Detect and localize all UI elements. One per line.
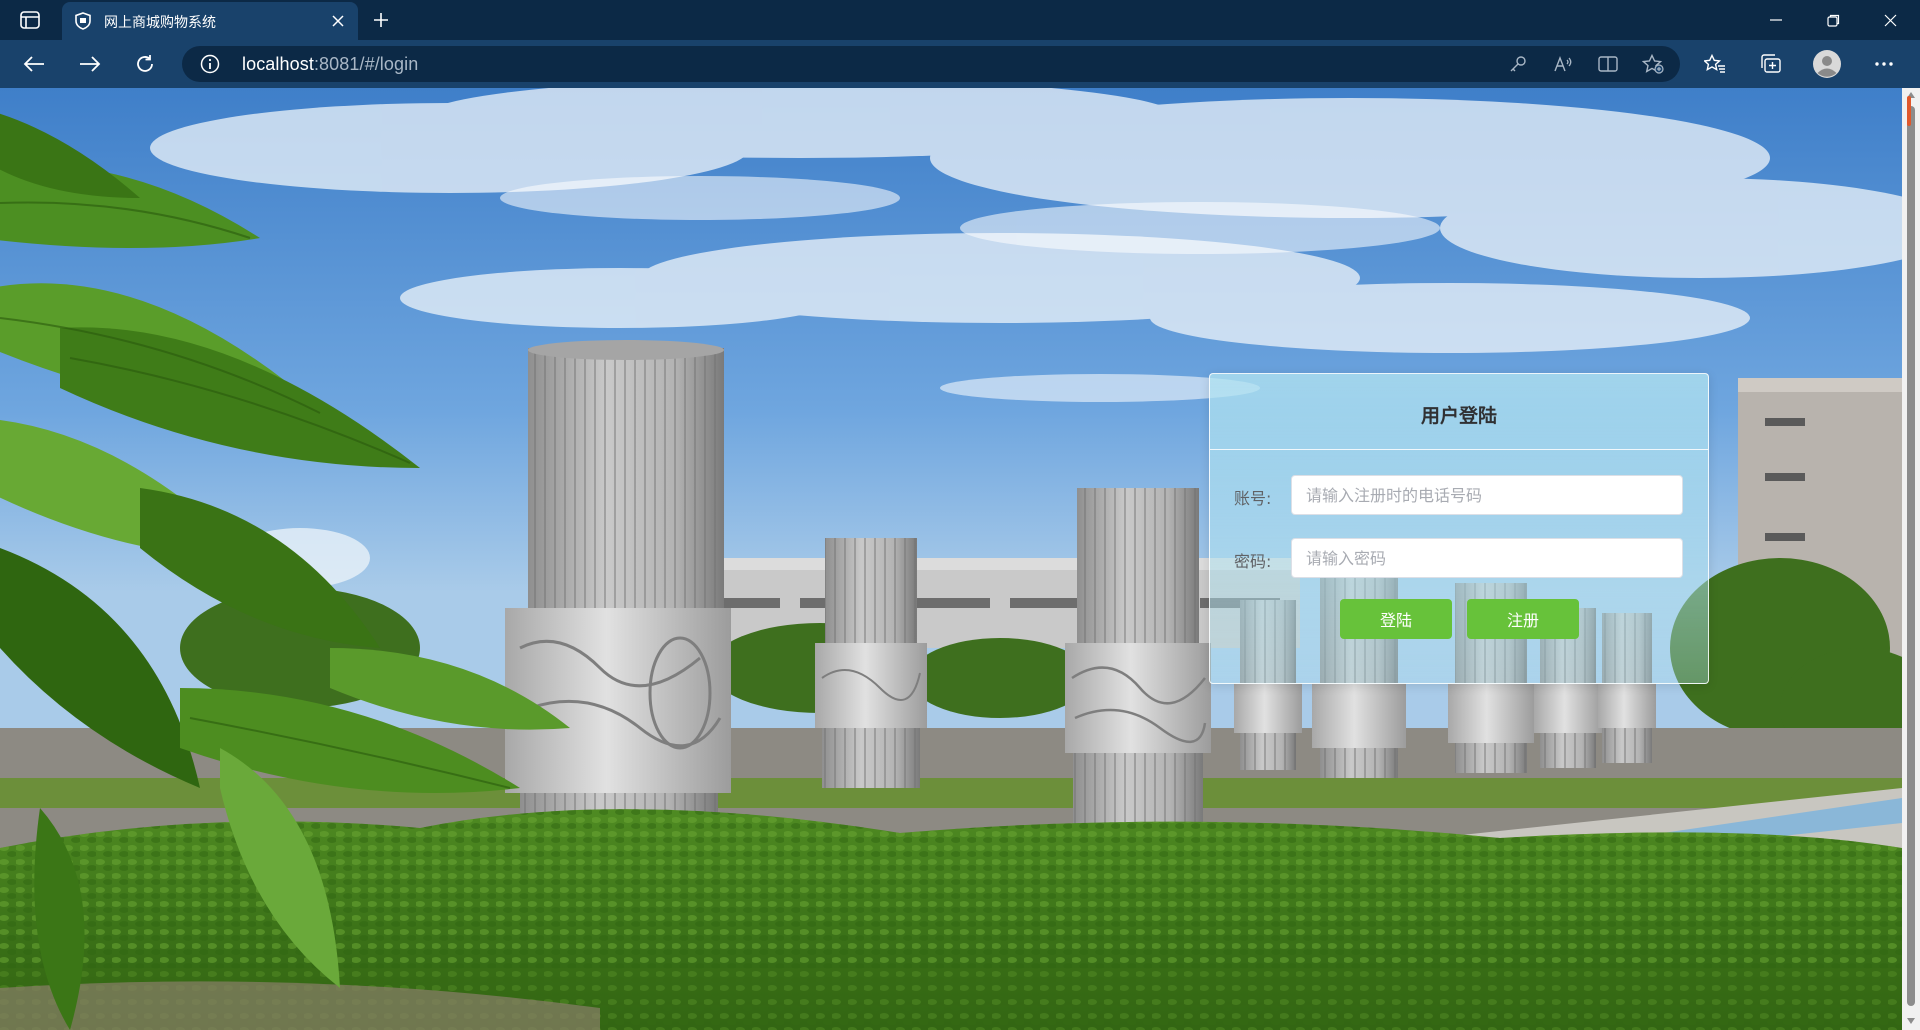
active-tab[interactable]: 网上商城购物系统 [62,2,358,40]
url-host: localhost [242,54,314,74]
more-options-icon[interactable] [1868,50,1900,78]
forward-arrow-icon[interactable] [74,50,106,78]
account-label: 账号: [1234,489,1272,508]
register-button[interactable]: 注册 [1467,599,1579,639]
tab-actions-icon[interactable] [16,8,44,32]
close-window-icon[interactable] [1862,0,1918,40]
shield-icon [74,12,92,30]
scroll-down-icon[interactable] [1906,1016,1916,1026]
password-label: 密码: [1234,552,1272,571]
button-row: 登陆 注册 [1210,599,1708,639]
password-input[interactable] [1291,538,1683,578]
navigation-bar: localhost:8081/#/login [0,40,1920,88]
tab-bar: 网上商城购物系统 [0,0,1920,40]
password-row: 密码: [1210,538,1708,578]
close-tab-icon[interactable] [328,11,348,31]
restore-icon[interactable] [1805,0,1861,40]
vertical-scrollbar[interactable] [1902,88,1920,1030]
minimize-icon[interactable] [1748,0,1804,40]
login-card: 用户登陆 账号: 密码: 登陆 注册 [1209,373,1709,684]
tab-title: 网上商城购物系统 [104,15,216,31]
new-tab-icon[interactable] [368,8,394,32]
read-aloud-icon[interactable] [1551,53,1575,75]
site-info-icon[interactable] [200,54,220,74]
card-header: 用户登陆 [1210,374,1708,450]
scroll-thumb[interactable] [1907,106,1915,1006]
key-icon[interactable] [1506,53,1530,75]
login-button[interactable]: 登陆 [1340,599,1452,639]
account-row: 账号: [1210,475,1708,515]
login-title: 用户登陆 [1420,405,1497,427]
url-path: :8081/#/login [313,54,419,74]
address-bar[interactable]: localhost:8081/#/login [182,46,1680,82]
page-viewport: 用户登陆 账号: 密码: 登陆 注册 [0,88,1902,1030]
collections-icon[interactable] [1755,50,1787,78]
url-text[interactable]: localhost:8081/#/login [242,54,418,75]
split-screen-icon[interactable] [1596,53,1620,75]
profile-avatar-icon[interactable] [1811,50,1843,78]
favorites-icon[interactable] [1699,50,1731,78]
scroll-position-marker [1907,96,1911,126]
add-favorite-icon[interactable] [1641,53,1665,75]
account-input[interactable] [1291,475,1683,515]
back-arrow-icon[interactable] [18,50,50,78]
refresh-icon[interactable] [129,50,161,78]
